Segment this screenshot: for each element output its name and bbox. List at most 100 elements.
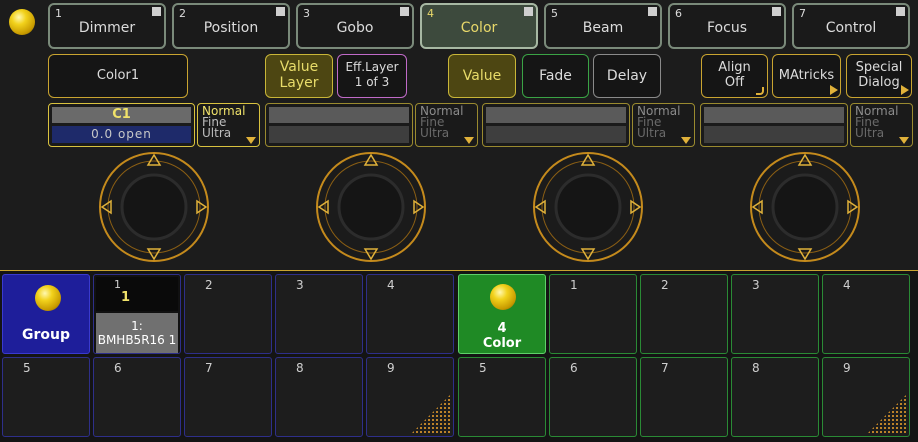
group-5-cell[interactable]: 5 (2, 357, 90, 437)
preset-7-cell[interactable]: 7 (640, 357, 728, 437)
tab-gobo[interactable]: 3 Gobo (296, 3, 414, 49)
encoder-1-resolution[interactable]: Normal Fine Ultra (197, 103, 260, 147)
attribute-button[interactable]: Color1 (48, 54, 188, 98)
matricks-button[interactable]: MAtricks (772, 54, 841, 98)
encoder-3-resolution[interactable]: Normal Fine Ultra (632, 103, 695, 147)
align-button[interactable]: Align Off (701, 54, 768, 98)
tab-dimmer[interactable]: 1 Dimmer (48, 3, 166, 49)
cell-number: 7 (205, 361, 213, 375)
dropdown-icon (464, 137, 474, 144)
fade-button[interactable]: Fade (522, 54, 589, 98)
group-7-cell[interactable]: 7 (184, 357, 272, 437)
tab-label: Position (203, 20, 259, 36)
cell-number: 1 (570, 278, 578, 292)
encoder-3-attribute (486, 107, 626, 123)
preset-pool-label: 4 Color (459, 321, 545, 351)
encoder-1-knob[interactable] (98, 151, 210, 263)
scroll-corner-icon (867, 394, 907, 434)
eff-layer-line2: 1 of 3 (354, 75, 390, 89)
value-layer-button[interactable]: Value Layer (265, 54, 333, 98)
tab-beam[interactable]: 5 Beam (544, 3, 662, 49)
encoder-2-attribute (269, 107, 409, 123)
value-button[interactable]: Value (448, 54, 516, 98)
preset-8-cell[interactable]: 8 (731, 357, 819, 437)
group-1-fixture-id: 1: (131, 319, 143, 333)
tab-number: 3 (303, 7, 310, 20)
encoder-4-resolution[interactable]: Normal Fine Ultra (850, 103, 913, 147)
encoder-4-attribute (704, 107, 844, 123)
tab-label: Color (460, 20, 498, 36)
group-4-cell[interactable]: 4 (366, 274, 454, 354)
eff-layer-line1: Eff.Layer (345, 60, 399, 74)
arrow-right-icon (830, 85, 838, 95)
eff-layer-button[interactable]: Eff.Layer 1 of 3 (337, 54, 407, 98)
preset-4-cell[interactable]: 4 (822, 274, 910, 354)
tab-number: 7 (799, 7, 806, 20)
tab-corner-icon (648, 7, 657, 16)
group-1-label: 1 (121, 290, 131, 305)
cell-number: 6 (114, 361, 122, 375)
tab-number: 2 (179, 7, 186, 20)
group-1-fixture: 1: BMHB5R16 1 (96, 313, 178, 353)
tab-corner-icon (524, 7, 533, 16)
encoder-3-value[interactable] (482, 103, 630, 147)
fade-label: Fade (539, 68, 572, 84)
cell-number: 3 (752, 278, 760, 292)
cell-number: 8 (296, 361, 304, 375)
delay-button[interactable]: Delay (593, 54, 661, 98)
cell-number: 3 (296, 278, 304, 292)
tab-control[interactable]: 7 Control (792, 3, 910, 49)
encoder-1-value[interactable]: C1 0.0 open (48, 103, 195, 147)
encoder-4-knob[interactable] (749, 151, 861, 263)
arrow-right-icon (901, 85, 909, 95)
encoder-1-attribute: C1 (52, 107, 191, 123)
tab-color[interactable]: 4 Color (420, 3, 538, 49)
cell-number: 6 (570, 361, 578, 375)
preset-6-cell[interactable]: 6 (549, 357, 637, 437)
encoder-2-value[interactable] (265, 103, 413, 147)
encoder-2-resolution[interactable]: Normal Fine Ultra (415, 103, 478, 147)
group-8-cell[interactable]: 8 (275, 357, 363, 437)
tab-focus[interactable]: 6 Focus (668, 3, 786, 49)
preset-5-cell[interactable]: 5 (458, 357, 546, 437)
tab-corner-icon (276, 7, 285, 16)
encoder-3-readout (486, 126, 626, 143)
tab-position[interactable]: 2 Position (172, 3, 290, 49)
cell-number: 4 (843, 278, 851, 292)
tab-number: 4 (427, 7, 434, 20)
group-pool-title[interactable]: Group (2, 274, 90, 354)
dropdown-icon (246, 137, 256, 144)
encoder-1-readout: 0.0 open (52, 126, 191, 143)
group-1-fixture-name: BMHB5R16 1 (97, 333, 177, 347)
tab-corner-icon (772, 7, 781, 16)
status-ball-icon[interactable] (9, 9, 35, 35)
matricks-label: MAtricks (778, 68, 835, 83)
dropdown-icon (681, 137, 691, 144)
value-label: Value (462, 68, 502, 84)
preset-1-cell[interactable]: 1 (549, 274, 637, 354)
cell-number: 8 (752, 361, 760, 375)
preset-2-cell[interactable]: 2 (640, 274, 728, 354)
group-ball-icon (35, 285, 61, 311)
preset-pool-color-title[interactable]: 4 Color (458, 274, 546, 354)
special-dialog-button[interactable]: Special Dialog (846, 54, 912, 98)
delay-label: Delay (606, 68, 648, 84)
group-2-cell[interactable]: 2 (184, 274, 272, 354)
preset-9-cell[interactable]: 9 (822, 357, 910, 437)
preset-3-cell[interactable]: 3 (731, 274, 819, 354)
group-6-cell[interactable]: 6 (93, 357, 181, 437)
cycle-icon (756, 87, 764, 95)
encoder-2-knob[interactable] (315, 151, 427, 263)
group-3-cell[interactable]: 3 (275, 274, 363, 354)
attribute-label: Color1 (96, 68, 140, 83)
group-1-cell[interactable]: 1 1 1: BMHB5R16 1 (93, 274, 181, 354)
group-9-cell[interactable]: 9 (366, 357, 454, 437)
value-layer-line1: Value (279, 59, 319, 75)
tab-label: Gobo (336, 20, 374, 36)
encoder-3-knob[interactable] (532, 151, 644, 263)
tab-number: 5 (551, 7, 558, 20)
cell-number: 9 (387, 361, 395, 375)
dropdown-icon (899, 137, 909, 144)
encoder-4-value[interactable] (700, 103, 848, 147)
encoder-4-readout (704, 126, 844, 143)
